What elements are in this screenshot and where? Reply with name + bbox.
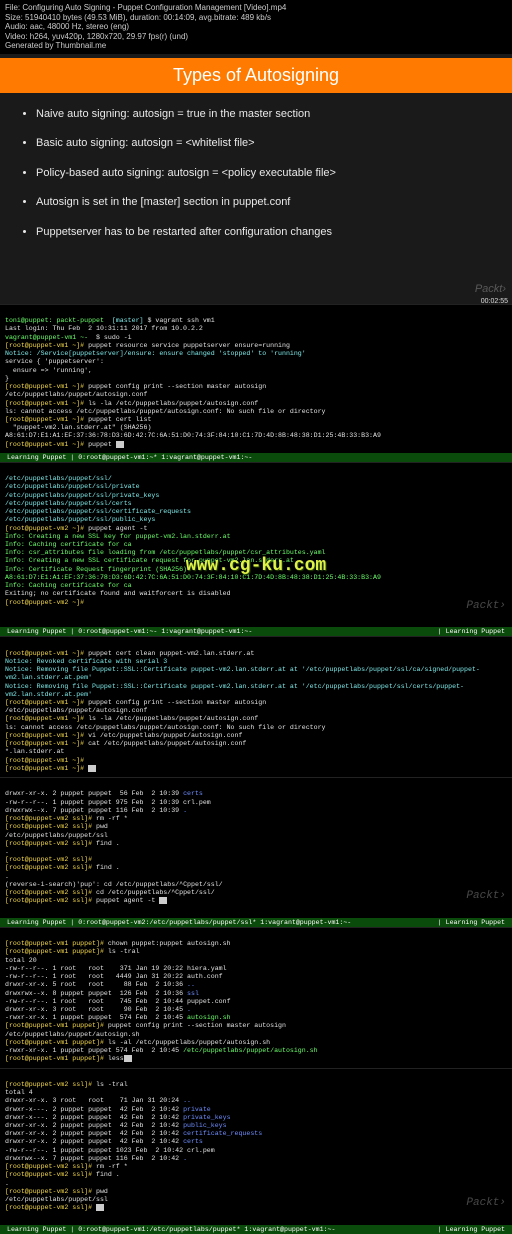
slide-title: Types of Autosigning (0, 58, 512, 93)
file-metadata: File: Configuring Auto Signing - Puppet … (0, 0, 512, 54)
meta-generated: Generated by Thumbnail.me (5, 41, 507, 51)
terminal-block-2: /etc/puppetlabs/puppet/ssl/ /etc/puppetl… (0, 462, 512, 627)
status-bar-4: Learning Puppet | 0:root@puppet-vm1:/etc… (0, 1225, 512, 1234)
terminal-block-4: drwxr-xr-x. 2 puppet puppet 56 Feb 2 10:… (0, 777, 512, 918)
bullet-1: Naive auto signing: autosign = true in t… (36, 107, 486, 122)
status-bar-1: Learning Puppet | 0:root@puppet-vm1:~* 1… (0, 453, 512, 462)
cursor (159, 897, 167, 904)
terminal-block-6: [root@puppet-vm2 ssl]# ls -tral total 4 … (0, 1068, 512, 1225)
bullet-3: Policy-based auto signing: autosign = <p… (36, 166, 486, 181)
cursor (116, 441, 124, 448)
bullet-5: Puppetserver has to be restarted after c… (36, 225, 486, 240)
slide-bullets: Naive auto signing: autosign = true in t… (0, 107, 512, 304)
packt-watermark-2: Packt› (466, 600, 506, 614)
status-bar-2: Learning Puppet | 0:root@puppet-vm1:~- 1… (0, 627, 512, 636)
packt-watermark-4: Packt› (466, 1197, 506, 1211)
meta-file: File: Configuring Auto Signing - Puppet … (5, 3, 507, 13)
terminal-block-1: toni@puppet: packt-puppet [master] $ vag… (0, 304, 512, 453)
packt-watermark-3: Packt› (466, 890, 506, 904)
cursor (96, 1204, 104, 1211)
meta-size: Size: 51940410 bytes (49.53 MiB), durati… (5, 13, 507, 23)
cursor (124, 1055, 132, 1062)
packt-watermark-1: Packt› (475, 283, 506, 295)
meta-audio: Audio: aac, 48000 Hz, stereo (eng) (5, 22, 507, 32)
bullet-4: Autosign is set in the [master] section … (36, 195, 486, 210)
cursor (88, 765, 96, 772)
status-bar-3: Learning Puppet | 0:root@puppet-vm2:/etc… (0, 918, 512, 927)
terminal-block-3: [root@puppet-vm1 ~]# puppet cert clean p… (0, 636, 512, 777)
bullet-2: Basic auto signing: autosign = <whitelis… (36, 136, 486, 151)
terminal-block-5: [root@puppet-vm1 puppet]# chown puppet:p… (0, 927, 512, 1068)
meta-video: Video: h264, yuv420p, 1280x720, 29.97 fp… (5, 32, 507, 42)
